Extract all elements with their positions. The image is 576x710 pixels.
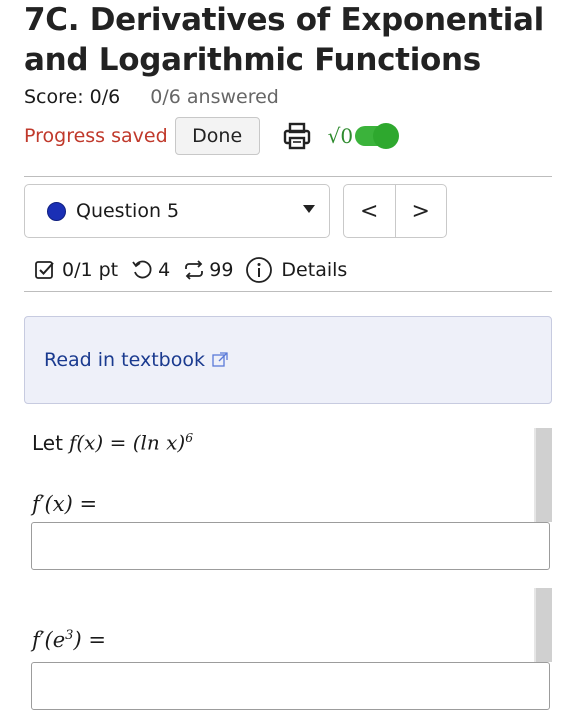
points-item: 0/1 pt: [34, 259, 118, 281]
function-definition: f(x) = (ln x): [68, 430, 186, 455]
next-question-button[interactable]: >: [396, 185, 447, 237]
details-label: Details: [281, 259, 348, 281]
let-word: Let: [32, 430, 63, 455]
question-status-dot: [47, 201, 66, 221]
info-icon: [246, 257, 273, 283]
points-text: 0/1 pt: [62, 259, 119, 281]
function-exponent: 6: [185, 430, 194, 445]
attempts-text: 4: [158, 259, 171, 281]
score-text: Score: 0/6: [24, 86, 121, 108]
done-button[interactable]: Done: [174, 117, 260, 155]
details-button[interactable]: Details: [245, 256, 347, 284]
divider: [24, 176, 552, 177]
question-select-label: Question 5: [76, 200, 180, 222]
prompt2-end: ) =: [73, 628, 106, 652]
derivative-answer-input[interactable]: [31, 522, 550, 570]
score-row: Score: 0/6 0/6 answered: [24, 86, 279, 108]
checkbox-icon: [35, 261, 54, 279]
answered-count: 0/6 answered: [150, 86, 279, 108]
repeat-icon: [185, 260, 204, 280]
scrollbar[interactable]: [534, 428, 552, 522]
evaluated-derivative-prompt: f′(e3) =: [32, 628, 106, 652]
resources-panel: Read in textbook: [24, 316, 552, 404]
sqrt-label: √0: [327, 124, 354, 148]
prev-question-button[interactable]: <: [344, 185, 396, 237]
derivative-prompt: f′(x) =: [32, 492, 98, 516]
printer-icon[interactable]: [282, 121, 312, 151]
progress-row: Progress saved Done √0: [24, 116, 400, 156]
scrollbar[interactable]: [534, 588, 552, 662]
retry-icon: [132, 260, 152, 279]
evaluated-answer-input[interactable]: [31, 662, 550, 710]
question-meta: 0/1 pt 4 99 Details: [34, 256, 347, 284]
read-in-textbook-label: Read in textbook: [44, 349, 205, 371]
page-title: 7C. Derivatives of Exponential and Logar…: [24, 2, 544, 78]
caret-down-icon: [303, 205, 315, 213]
problem-statement: Let f(x) = (ln x)6: [32, 430, 193, 455]
retries-item: 99: [182, 258, 233, 282]
read-in-textbook-link[interactable]: Read in textbook: [44, 349, 229, 371]
prompt2-base: f′(e: [32, 628, 66, 652]
toggle-switch[interactable]: [355, 123, 400, 149]
divider: [24, 291, 552, 292]
toggle-knob: [373, 123, 400, 149]
question-nav: < >: [343, 184, 447, 238]
retries-text: 99: [209, 259, 234, 281]
math-entry-toggle[interactable]: √0: [327, 123, 400, 149]
progress-saved-status: Progress saved: [24, 125, 168, 147]
attempts-item: 4: [130, 258, 170, 282]
external-link-icon: [212, 352, 228, 367]
question-select[interactable]: Question 5: [24, 184, 330, 238]
